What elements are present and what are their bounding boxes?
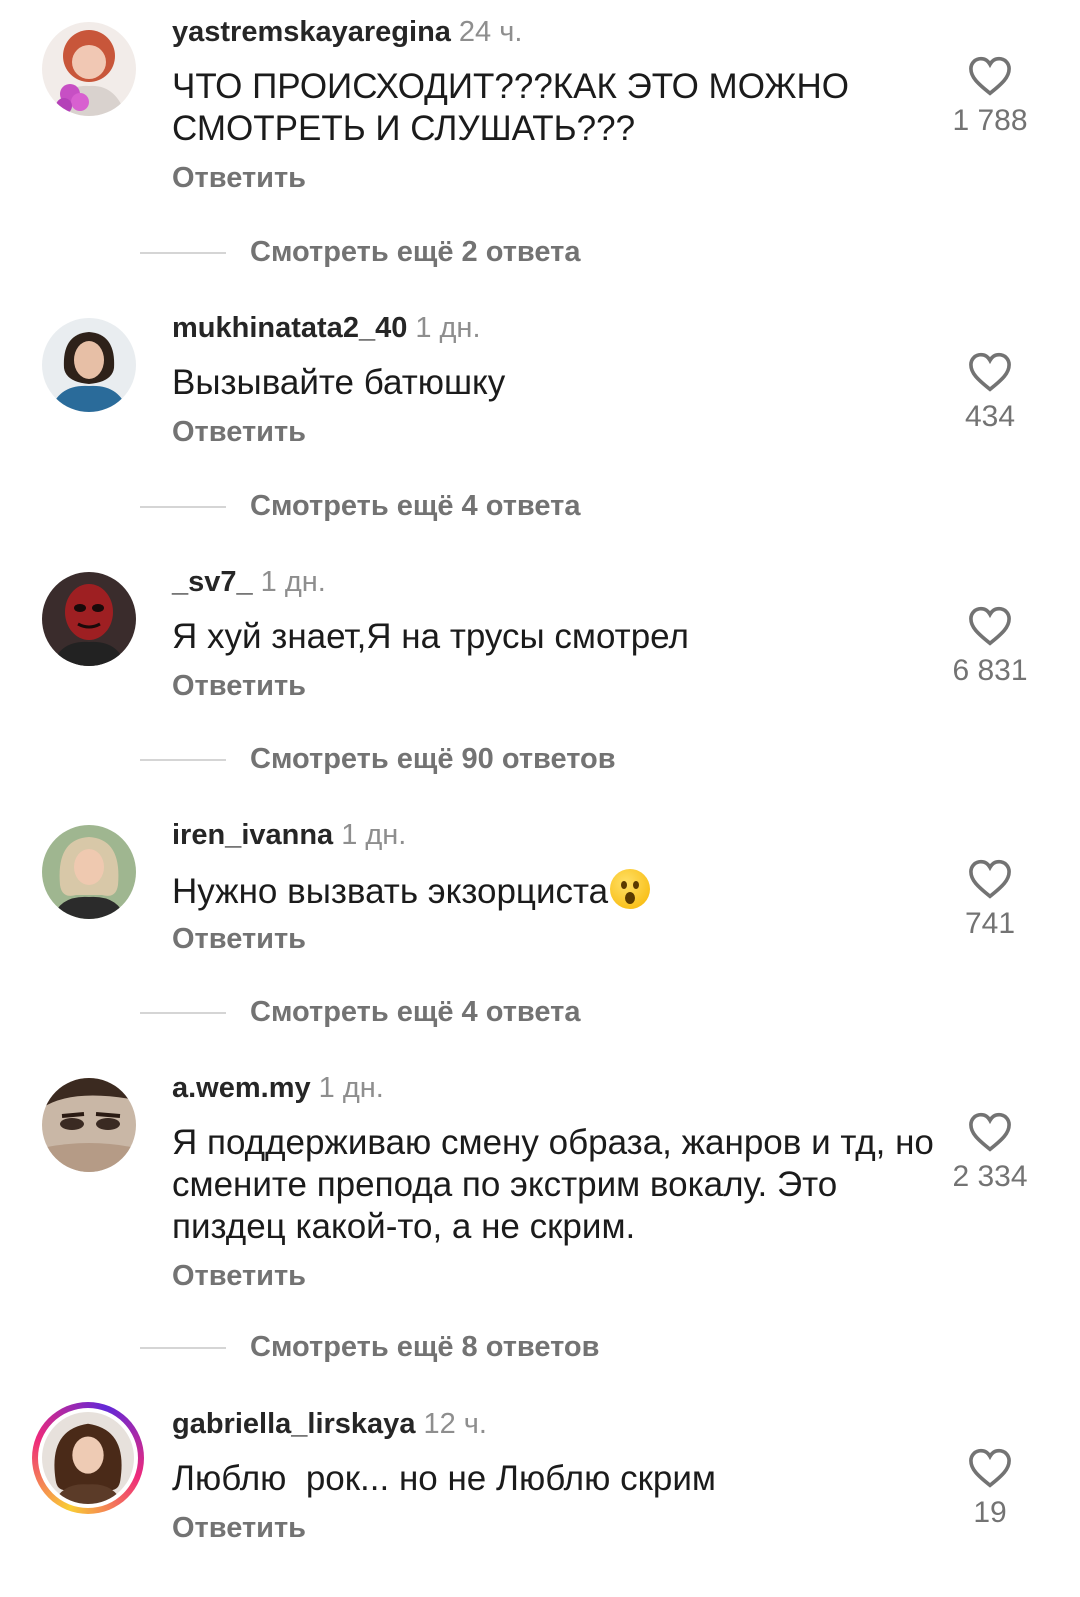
timestamp: 1 дн. <box>415 312 481 344</box>
username[interactable]: _sv7_ <box>172 566 253 598</box>
avatar-image <box>42 1412 134 1504</box>
avatar[interactable] <box>42 1078 136 1172</box>
like-button[interactable]: 434 <box>940 352 1040 434</box>
heart-icon <box>969 1448 1011 1488</box>
reply-button[interactable]: Ответить <box>172 162 306 195</box>
reply-button[interactable]: Ответить <box>172 416 306 449</box>
view-more-replies-label[interactable]: Смотреть ещё 90 ответов <box>250 743 616 776</box>
like-button[interactable]: 2 334 <box>940 1112 1040 1194</box>
like-count: 2 334 <box>952 1160 1028 1193</box>
divider-line <box>140 506 226 508</box>
comment-text: Я хуй знает,Я на трусы смотрел <box>172 617 689 656</box>
username[interactable]: yastremskayaregina <box>172 16 451 48</box>
avatar[interactable] <box>42 318 136 412</box>
comment-meta: iren_ivanna 1 дн. <box>172 819 406 852</box>
comment-meta: yastremskayaregina 24 ч. <box>172 16 522 49</box>
reply-button[interactable]: Ответить <box>172 1512 306 1545</box>
view-more-replies[interactable]: Смотреть ещё 90 ответов <box>0 739 1080 779</box>
heart-icon <box>969 352 1011 392</box>
view-more-replies[interactable]: Смотреть ещё 4 ответа <box>0 486 1080 526</box>
comment-text: Люблю рок... но не Люблю скрим <box>172 1459 716 1498</box>
avatar[interactable] <box>42 22 136 116</box>
like-count: 6 831 <box>952 654 1028 687</box>
comment-meta: mukhinatata2_40 1 дн. <box>172 312 481 345</box>
like-button[interactable]: 1 788 <box>940 56 1040 138</box>
timestamp: 1 дн. <box>260 566 326 598</box>
like-count: 1 788 <box>952 104 1028 137</box>
view-more-replies-label[interactable]: Смотреть ещё 4 ответа <box>250 996 580 1029</box>
avatar-image <box>42 1078 136 1172</box>
view-more-replies-label[interactable]: Смотреть ещё 2 ответа <box>250 236 580 269</box>
timestamp: 1 дн. <box>341 819 407 851</box>
reply-button[interactable]: Ответить <box>172 923 306 956</box>
hushed-face-emoji-icon <box>610 869 651 909</box>
avatar-image <box>42 825 136 919</box>
comment-meta: gabriella_lirskaya 12 ч. <box>172 1408 487 1441</box>
timestamp: 1 дн. <box>318 1072 384 1104</box>
comment-text-body: Нужно вызвать экзорциста <box>172 872 609 911</box>
view-more-replies-label[interactable]: Смотреть ещё 4 ответа <box>250 490 580 523</box>
avatar[interactable] <box>42 572 136 666</box>
like-count: 434 <box>964 400 1016 433</box>
avatar-image <box>42 572 136 666</box>
heart-icon <box>969 1112 1011 1152</box>
view-more-replies[interactable]: Смотреть ещё 8 ответов <box>0 1327 1080 1367</box>
comment-text: Я поддерживаю смену образа, жанров и тд,… <box>172 1123 934 1246</box>
avatar-story-ring[interactable] <box>32 1402 144 1514</box>
avatar-image <box>42 22 136 116</box>
username[interactable]: mukhinatata2_40 <box>172 312 407 344</box>
comment-text: ЧТО ПРОИСХОДИТ???КАК ЭТО МОЖНО СМОТРЕТЬ … <box>172 67 849 148</box>
username[interactable]: a.wem.my <box>172 1072 311 1104</box>
comment-meta: _sv7_ 1 дн. <box>172 566 326 599</box>
avatar <box>42 1412 134 1504</box>
divider-line <box>140 1347 226 1349</box>
heart-icon <box>969 606 1011 646</box>
like-button[interactable]: 6 831 <box>940 606 1040 688</box>
like-count: 19 <box>973 1496 1007 1529</box>
avatar-ring-gap <box>38 1408 138 1508</box>
username[interactable]: iren_ivanna <box>172 819 333 851</box>
divider-line <box>140 252 226 254</box>
divider-line <box>140 759 226 761</box>
view-more-replies[interactable]: Смотреть ещё 2 ответа <box>0 232 1080 272</box>
reply-button[interactable]: Ответить <box>172 1260 306 1293</box>
comment-meta: a.wem.my 1 дн. <box>172 1072 384 1105</box>
like-button[interactable]: 741 <box>940 859 1040 941</box>
username[interactable]: gabriella_lirskaya <box>172 1408 415 1440</box>
timestamp: 12 ч. <box>423 1408 487 1440</box>
heart-icon <box>969 859 1011 899</box>
divider-line <box>140 1012 226 1014</box>
avatar[interactable] <box>42 825 136 919</box>
heart-icon <box>969 56 1011 96</box>
timestamp: 24 ч. <box>458 16 523 48</box>
avatar-image <box>42 318 136 412</box>
view-more-replies-label[interactable]: Смотреть ещё 8 ответов <box>250 1331 599 1364</box>
view-more-replies[interactable]: Смотреть ещё 4 ответа <box>0 992 1080 1032</box>
comment-text: Вызывайте батюшку <box>172 363 506 402</box>
reply-button[interactable]: Ответить <box>172 670 306 703</box>
comment-text: Нужно вызвать экзорциста <box>172 869 942 913</box>
like-button[interactable]: 19 <box>940 1448 1040 1530</box>
like-count: 741 <box>964 907 1016 940</box>
